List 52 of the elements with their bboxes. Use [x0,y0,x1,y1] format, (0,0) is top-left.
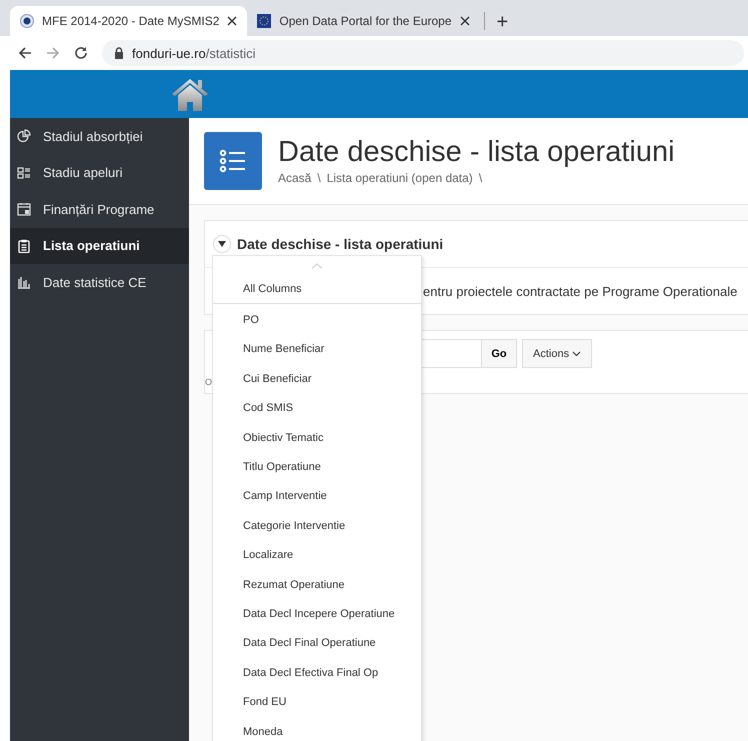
bar-chart-icon [17,275,31,290]
new-tab-button[interactable]: + [488,12,516,36]
menu-item[interactable]: PO [213,305,421,335]
browser-tab[interactable]: Open Data Portal for the Europe [247,6,480,36]
lock-icon [114,47,124,59]
menu-item[interactable]: All Columns [213,274,421,304]
menu-item[interactable]: Obiectiv Tematic [213,422,421,452]
menu-item[interactable]: Localizare [213,540,421,570]
triangle-icon [218,240,226,248]
sidebar-item[interactable]: Stadiu apeluri [10,154,189,191]
page-icon [204,132,262,190]
menu-item[interactable]: Moneda [213,716,421,741]
sidebar-item[interactable]: Date statistice CE [10,264,189,300]
flag-icon [257,14,272,28]
breadcrumb-separator: \ [478,170,482,185]
reload-icon[interactable] [74,46,88,60]
menu-item[interactable]: Data Decl Incepere Operatiune [213,599,421,629]
home-icon[interactable] [170,76,210,112]
browser-tab[interactable]: MFE 2014-2020 - Date MySMIS2 [10,6,248,36]
sidebar-item[interactable]: Lista operatiuni [10,228,189,264]
menu-item[interactable]: Nume Beneficiar [213,334,421,364]
menu-item[interactable]: Categorie Interventie [213,511,421,541]
menu-item[interactable]: Camp Interventie [213,482,421,512]
menu-item[interactable]: Cui Beneficiar [213,364,421,394]
close-icon[interactable] [460,16,470,26]
menu-item[interactable]: Fond EU [213,687,421,717]
calendar-icon [17,202,31,216]
breadcrumb-separator: \ [317,170,321,185]
collapse-toggle[interactable] [213,235,231,253]
menu-item[interactable]: Cod SMIS [213,394,421,423]
menu-item[interactable]: Data Decl Final Operatiune [213,628,421,658]
breadcrumb-link[interactable]: Acasă [278,170,312,185]
clipboard-icon [17,238,31,253]
sidebar-item[interactable]: Finanțări Programe [10,191,189,228]
emblem-icon [20,14,34,28]
error-message: O [205,376,212,389]
menu-item[interactable]: Rezumat Operatiune [213,570,421,600]
go-button[interactable]: Go [481,339,517,368]
sidebar-item[interactable]: Stadiul absorbției [10,118,189,154]
region-title: Date deschise - lista operatiuni [237,236,444,252]
region-description: entru proiectele contractate pe Programe Operationale [423,284,738,298]
menu-item[interactable]: Titlu Operatiune [213,452,421,482]
page-title: Date deschise - lista operatiuni [278,137,675,169]
breadcrumb-link[interactable]: Lista operatiuni (open data) [326,170,473,185]
menu-item[interactable]: Data Decl Efectiva Final Op [213,658,421,688]
back-icon[interactable] [18,46,32,60]
caret-icon [572,350,582,356]
address-bar[interactable]: fonduri-ue.ro/statistici [102,40,744,66]
pie-chart-icon [17,129,31,144]
list-icon [17,166,31,180]
actions-button[interactable]: Actions [522,339,592,368]
close-icon[interactable] [227,16,238,26]
